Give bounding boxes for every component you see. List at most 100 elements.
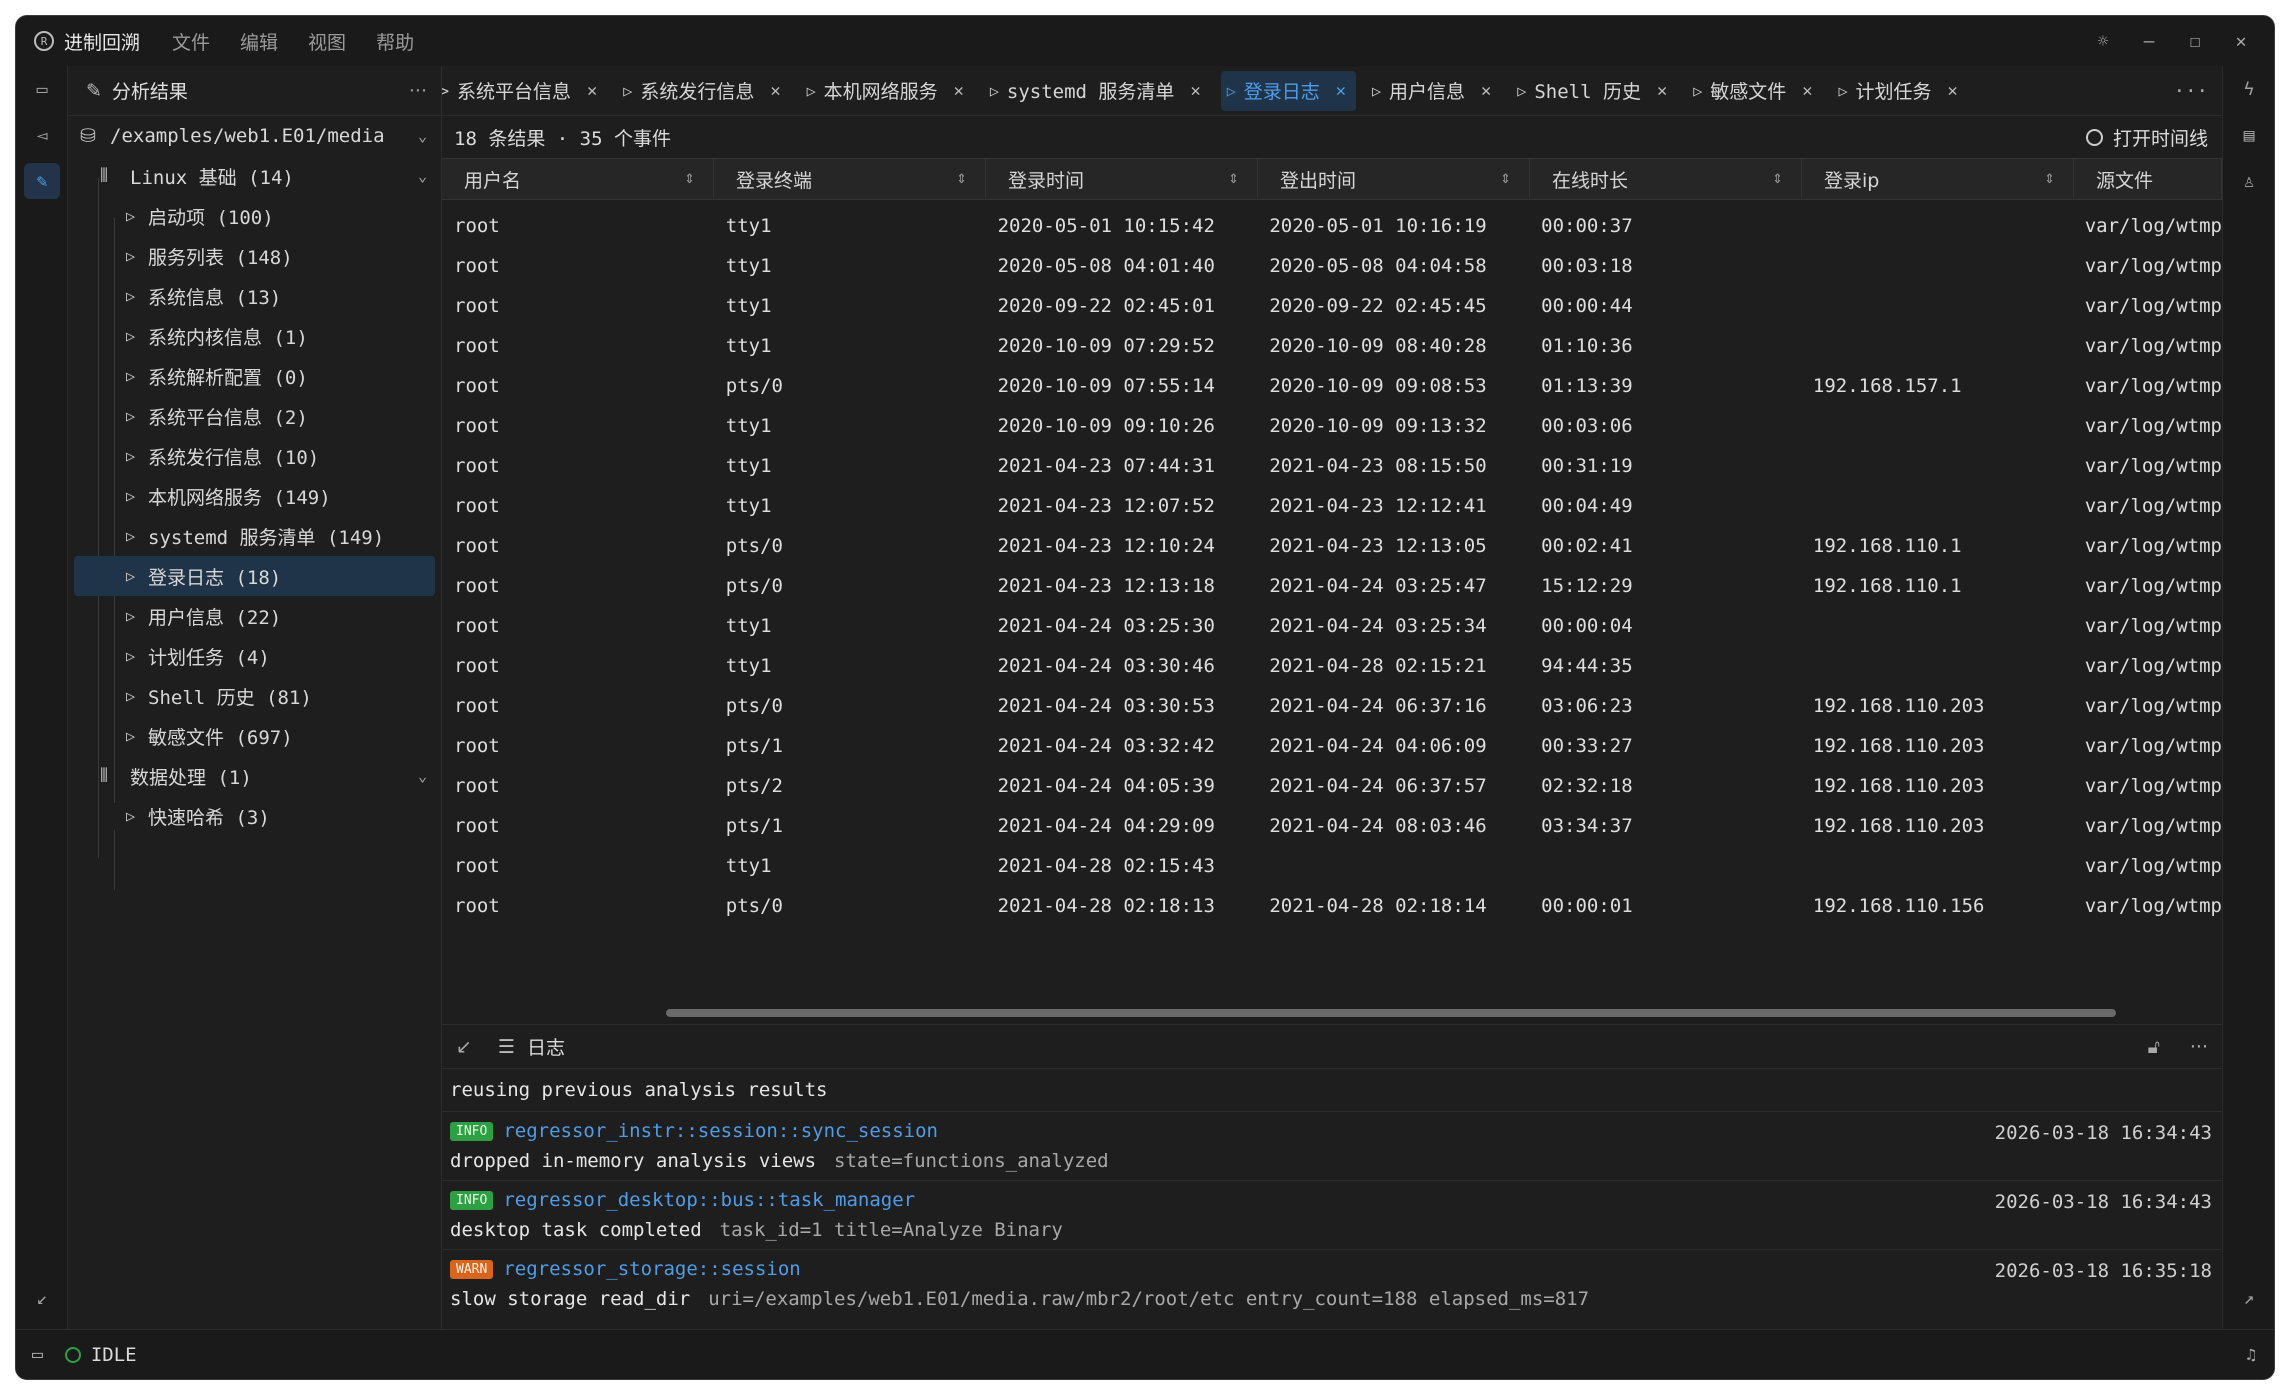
tree-item[interactable]: ▷ 系统平台信息 (2) — [68, 396, 441, 436]
tree-root[interactable]: ⛁ /examples/web1.E01/media ⌄ — [68, 116, 441, 156]
tree-item[interactable]: ▷ 用户信息 (22) — [68, 596, 441, 636]
tree-item[interactable]: ▷ 系统信息 (13) — [68, 276, 441, 316]
table-row[interactable]: root pts/0 2021-04-24 03:30:53 2021-04-24 0… — [442, 686, 2222, 726]
tree-item[interactable]: ▷ 系统发行信息 (10) — [68, 436, 441, 476]
sidebar-title: 分析结果 — [111, 81, 188, 103]
tab-item[interactable]: ▷ 计划任务 ✕ — [1833, 71, 1968, 111]
folder-icon[interactable]: ▭ — [32, 1344, 43, 1365]
table-row[interactable]: root pts/0 2021-04-23 12:10:24 2021-04-23 1… — [442, 526, 2222, 566]
sort-icon[interactable]: ⇕ — [2044, 172, 2055, 187]
tree-item[interactable]: ▷ 快速哈希 (3) — [68, 796, 441, 836]
tree-item[interactable]: ▷ Shell 历史 (81) — [68, 676, 441, 716]
column-header[interactable]: 源文件 — [2074, 159, 2222, 199]
table-row[interactable]: root pts/1 2021-04-24 03:32:42 2021-04-24 0… — [442, 726, 2222, 766]
column-header[interactable]: 登录ip ⇕ — [1802, 159, 2074, 199]
analysis-icon[interactable]: ✎ — [16, 158, 68, 204]
tab-close-icon[interactable]: ✕ — [587, 81, 597, 101]
title-bar: R 进制回溯 文件 编辑 视图 帮助 ☼ — ☐ ✕ — [16, 16, 2274, 66]
log-more-icon[interactable]: ··· — [2190, 1036, 2208, 1058]
menu-file[interactable]: 文件 — [172, 28, 210, 55]
tab-item[interactable]: ▷ Shell 历史 ✕ — [1511, 71, 1677, 111]
column-header[interactable]: 用户名 ⇕ — [442, 159, 714, 199]
tab-close-icon[interactable]: ✕ — [1481, 81, 1491, 101]
log-target[interactable]: regressor_instr::session::sync_session — [503, 1120, 938, 1142]
table-row[interactable]: root tty1 2020-09-22 02:45:01 2020-09-22 02… — [442, 286, 2222, 326]
tab-item[interactable]: ▷ systemd 服务清单 ✕ — [984, 71, 1211, 111]
tree-item[interactable]: ▷ systemd 服务清单 (149) — [68, 516, 441, 556]
tree-item[interactable]: ▷ 计划任务 (4) — [68, 636, 441, 676]
minimize-button[interactable]: — — [2126, 16, 2172, 66]
plugin-icon[interactable]: ϟ — [2223, 66, 2274, 112]
table-row[interactable]: root tty1 2021-04-23 12:07:52 2021-04-23 12… — [442, 486, 2222, 526]
tab-close-icon[interactable]: ✕ — [770, 81, 780, 101]
tree-item[interactable]: ▷ 启动项 (100) — [68, 196, 441, 236]
table-row[interactable]: root pts/0 2021-04-28 02:18:13 2021-04-28 0… — [442, 886, 2222, 926]
lock-icon[interactable]: 🔓︎ — [2148, 1036, 2160, 1058]
shrink-icon[interactable]: ↙ — [456, 1036, 472, 1058]
horizontal-scrollbar[interactable] — [666, 1009, 2116, 1017]
tree-item[interactable]: ▷ 敏感文件 (697) — [68, 716, 441, 756]
folder-icon[interactable]: ▭ — [16, 66, 68, 112]
table-row[interactable]: root pts/0 2020-10-09 07:55:14 2020-10-09 0… — [442, 366, 2222, 406]
tab-item[interactable]: > 系统平台信息 ✕ — [442, 71, 607, 111]
table-row[interactable]: root tty1 2021-04-28 02:15:43 var/log/wtmp — [442, 846, 2222, 886]
more-icon[interactable]: ··· — [409, 80, 427, 102]
tab-close-icon[interactable]: ✕ — [1948, 81, 1958, 101]
tab-item[interactable]: ▷ 系统发行信息 ✕ — [617, 71, 790, 111]
table-row[interactable]: root tty1 2021-04-23 07:44:31 2021-04-23 08… — [442, 446, 2222, 486]
tab-close-icon[interactable]: ✕ — [1336, 81, 1346, 101]
table-row[interactable]: root tty1 2021-04-24 03:30:46 2021-04-28 02… — [442, 646, 2222, 686]
sort-icon[interactable]: ⇕ — [684, 172, 695, 187]
open-timeline-button[interactable]: 打开时间线 — [2085, 124, 2208, 151]
table-row[interactable]: root pts/1 2021-04-24 04:29:09 2021-04-24 0… — [442, 806, 2222, 846]
tree-item[interactable]: ▷ 系统解析配置 (0) — [68, 356, 441, 396]
table-row[interactable]: root tty1 2020-10-09 09:10:26 2020-10-09 09… — [442, 406, 2222, 446]
column-header[interactable]: 登录终端 ⇕ — [714, 159, 986, 199]
tab-item[interactable]: ▷ 用户信息 ✕ — [1366, 71, 1501, 111]
table-row[interactable]: root pts/0 2021-04-23 12:13:18 2021-04-24 0… — [442, 566, 2222, 606]
menu-view[interactable]: 视图 — [308, 28, 346, 55]
rewind-icon[interactable]: ◅ — [16, 112, 68, 158]
tree-item[interactable]: ▷ 服务列表 (148) — [68, 236, 441, 276]
collapse-icon[interactable]: ↙ — [16, 1275, 68, 1321]
tab-item[interactable]: ▷ 敏感文件 ✕ — [1687, 71, 1822, 111]
tree-item[interactable]: ▷ 登录日志 (18) — [74, 556, 435, 596]
log-target[interactable]: regressor_storage::session — [503, 1258, 800, 1280]
tab-label: 用户信息 — [1389, 81, 1466, 103]
tab-close-icon[interactable]: ✕ — [1657, 81, 1667, 101]
table-row[interactable]: root tty1 2020-05-01 10:15:42 2020-05-01 10… — [442, 206, 2222, 246]
tree-group-linux[interactable]: ⫴ Linux 基础 (14) ⌄ — [68, 156, 441, 196]
table-row[interactable]: root tty1 2020-10-09 07:29:52 2020-10-09 08… — [442, 326, 2222, 366]
table-cell: 00:00:04 — [1541, 615, 1633, 637]
tab-item[interactable]: ▷ 本机网络服务 ✕ — [801, 71, 974, 111]
close-window-button[interactable]: ✕ — [2218, 16, 2264, 66]
app-title: 进制回溯 — [64, 31, 141, 54]
user-search-icon[interactable]: ♙ — [2223, 158, 2274, 204]
tab-close-icon[interactable]: ✕ — [1802, 81, 1812, 101]
notification-bell-icon[interactable]: ♫ — [2246, 1345, 2256, 1364]
tab-item[interactable]: ▷ 登录日志 ✕ — [1220, 70, 1356, 111]
sort-icon[interactable]: ⇕ — [1772, 172, 1783, 187]
sort-icon[interactable]: ⇕ — [1500, 172, 1511, 187]
expand-icon[interactable]: ↗ — [2223, 1275, 2274, 1321]
tree-item[interactable]: ▷ 系统内核信息 (1) — [68, 316, 441, 356]
log-target[interactable]: regressor_desktop::bus::task_manager — [503, 1189, 915, 1211]
tabs-more-icon[interactable]: ··· — [2174, 80, 2208, 102]
column-header[interactable]: 在线时长 ⇕ — [1530, 159, 1802, 199]
tree-group-data[interactable]: ⫴ 数据处理 (1) ⌄ — [68, 756, 441, 796]
tree-item[interactable]: ▷ 本机网络服务 (149) — [68, 476, 441, 516]
archive-icon[interactable]: ▤ — [2223, 112, 2274, 158]
tab-close-icon[interactable]: ✕ — [1190, 81, 1200, 101]
sort-icon[interactable]: ⇕ — [956, 172, 967, 187]
table-row[interactable]: root tty1 2020-05-08 04:01:40 2020-05-08 04… — [442, 246, 2222, 286]
maximize-button[interactable]: ☐ — [2172, 16, 2218, 66]
column-header[interactable]: 登出时间 ⇕ — [1258, 159, 1530, 199]
theme-toggle-icon[interactable]: ☼ — [2080, 16, 2126, 66]
column-header[interactable]: 登录时间 ⇕ — [986, 159, 1258, 199]
menu-edit[interactable]: 编辑 — [240, 28, 278, 55]
sort-icon[interactable]: ⇕ — [1228, 172, 1239, 187]
menu-help[interactable]: 帮助 — [376, 28, 414, 55]
tab-close-icon[interactable]: ✕ — [954, 81, 964, 101]
table-row[interactable]: root tty1 2021-04-24 03:25:30 2021-04-24 03… — [442, 606, 2222, 646]
table-row[interactable]: root pts/2 2021-04-24 04:05:39 2021-04-24 0… — [442, 766, 2222, 806]
